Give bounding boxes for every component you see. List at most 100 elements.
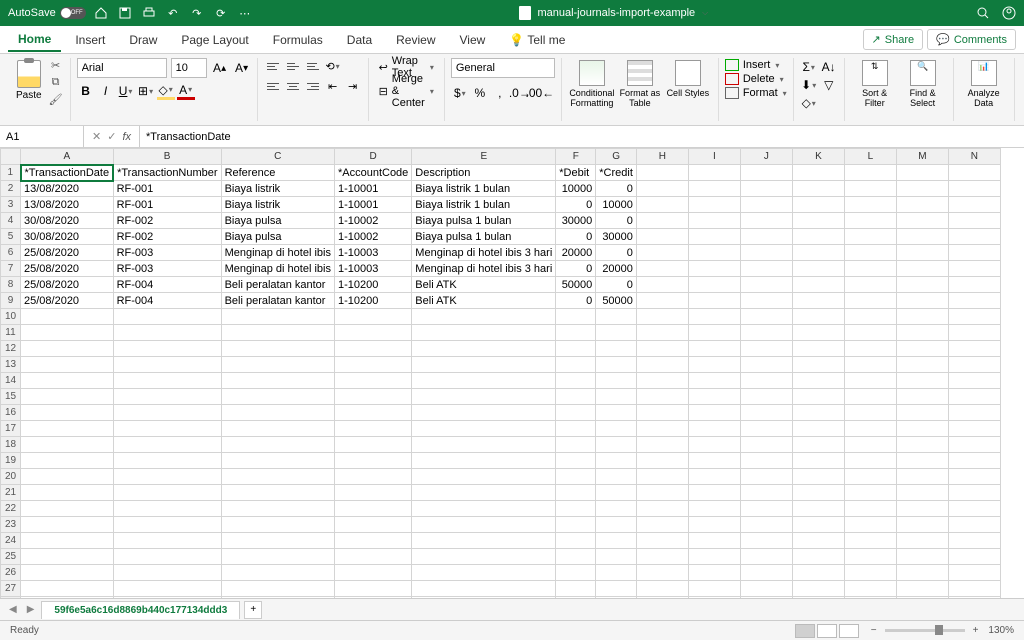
column-header[interactable]: G	[596, 149, 637, 165]
column-header[interactable]: K	[792, 149, 844, 165]
cell[interactable]	[636, 213, 688, 229]
cell[interactable]	[740, 325, 792, 341]
cell[interactable]	[844, 197, 896, 213]
cell[interactable]	[792, 197, 844, 213]
cell[interactable]	[113, 373, 221, 389]
cell[interactable]	[556, 309, 596, 325]
cell[interactable]	[334, 421, 411, 437]
autosum-icon[interactable]: Σ▾	[800, 58, 818, 76]
row-header[interactable]: 1	[1, 165, 21, 181]
find-select-button[interactable]: 🔍Find & Select	[899, 58, 947, 121]
cell[interactable]	[688, 181, 740, 197]
cell[interactable]	[948, 373, 1000, 389]
orientation-icon[interactable]: ⟲▾	[324, 58, 342, 74]
cell[interactable]	[556, 565, 596, 581]
paste-button[interactable]: Paste	[14, 58, 44, 103]
cell[interactable]: 0	[596, 245, 637, 261]
cell[interactable]	[844, 533, 896, 549]
cell[interactable]	[21, 517, 114, 533]
refresh-icon[interactable]: ⟳	[214, 6, 228, 20]
cell[interactable]	[896, 389, 948, 405]
cell[interactable]	[844, 245, 896, 261]
align-right-icon[interactable]	[304, 78, 322, 94]
cell[interactable]	[896, 533, 948, 549]
cell[interactable]	[740, 485, 792, 501]
sort-filter-button[interactable]: ⇅Sort & Filter	[851, 58, 899, 121]
cell[interactable]	[556, 453, 596, 469]
row-header[interactable]: 12	[1, 341, 21, 357]
cell[interactable]	[334, 597, 411, 599]
cell[interactable]	[792, 405, 844, 421]
cell[interactable]: *TransactionNumber	[113, 165, 221, 181]
column-header[interactable]: E	[412, 149, 556, 165]
cell[interactable]: Menginap di hotel ibis 3 hari	[412, 261, 556, 277]
cell[interactable]	[948, 229, 1000, 245]
cell[interactable]	[948, 293, 1000, 309]
column-header[interactable]: D	[334, 149, 411, 165]
row-header[interactable]: 8	[1, 277, 21, 293]
cell[interactable]	[792, 277, 844, 293]
cell[interactable]	[688, 437, 740, 453]
row-header[interactable]: 27	[1, 581, 21, 597]
bold-button[interactable]: B	[77, 82, 95, 100]
font-name-select[interactable]	[77, 58, 167, 78]
cell[interactable]	[688, 325, 740, 341]
cell[interactable]	[556, 469, 596, 485]
decrease-font-icon[interactable]: A▾	[233, 59, 251, 77]
cell[interactable]	[948, 165, 1000, 181]
cell[interactable]	[948, 517, 1000, 533]
cell[interactable]	[896, 357, 948, 373]
merge-center-button[interactable]: ⊟ Merge & Center▾	[375, 82, 438, 100]
cell[interactable]	[896, 245, 948, 261]
cell[interactable]	[740, 389, 792, 405]
row-header[interactable]: 17	[1, 421, 21, 437]
share-button[interactable]: ↗ Share	[863, 29, 924, 50]
zoom-in-button[interactable]: +	[973, 625, 979, 636]
cell[interactable]	[740, 501, 792, 517]
cell[interactable]	[636, 565, 688, 581]
cell[interactable]	[896, 485, 948, 501]
cell[interactable]: 1-10002	[334, 213, 411, 229]
cell[interactable]: Biaya listrik	[221, 181, 334, 197]
cell[interactable]	[792, 325, 844, 341]
cell[interactable]	[896, 213, 948, 229]
cell[interactable]	[596, 549, 637, 565]
cell[interactable]	[21, 549, 114, 565]
row-header[interactable]: 4	[1, 213, 21, 229]
cell[interactable]	[948, 565, 1000, 581]
cell[interactable]	[896, 277, 948, 293]
cell[interactable]	[636, 549, 688, 565]
cell[interactable]	[556, 325, 596, 341]
format-painter-icon[interactable]: 🖌	[48, 92, 64, 106]
cell[interactable]	[556, 581, 596, 597]
cell[interactable]	[636, 245, 688, 261]
cell[interactable]	[21, 421, 114, 437]
zoom-out-button[interactable]: −	[871, 625, 877, 636]
menu-formulas[interactable]: Formulas	[263, 29, 333, 51]
cell[interactable]	[221, 517, 334, 533]
cell[interactable]	[844, 437, 896, 453]
cell[interactable]	[21, 309, 114, 325]
cell[interactable]	[556, 549, 596, 565]
row-header[interactable]: 7	[1, 261, 21, 277]
cell[interactable]: 25/08/2020	[21, 261, 114, 277]
cell[interactable]: Description	[412, 165, 556, 181]
menu-draw[interactable]: Draw	[119, 29, 167, 51]
cell[interactable]	[688, 549, 740, 565]
cell[interactable]	[688, 341, 740, 357]
cell[interactable]: Beli peralatan kantor	[221, 293, 334, 309]
cell[interactable]	[740, 565, 792, 581]
home-icon[interactable]	[94, 6, 108, 20]
cell[interactable]	[688, 245, 740, 261]
percent-icon[interactable]: %	[471, 84, 489, 102]
cell[interactable]	[21, 485, 114, 501]
cell[interactable]: Biaya listrik 1 bulan	[412, 197, 556, 213]
cell[interactable]: 1-10001	[334, 197, 411, 213]
cell[interactable]	[844, 501, 896, 517]
delete-cells-button[interactable]: Delete▾	[725, 72, 787, 86]
cancel-formula-icon[interactable]: ✕	[92, 130, 101, 143]
row-header[interactable]: 16	[1, 405, 21, 421]
cell[interactable]	[896, 517, 948, 533]
cell[interactable]	[556, 437, 596, 453]
cell[interactable]	[896, 309, 948, 325]
